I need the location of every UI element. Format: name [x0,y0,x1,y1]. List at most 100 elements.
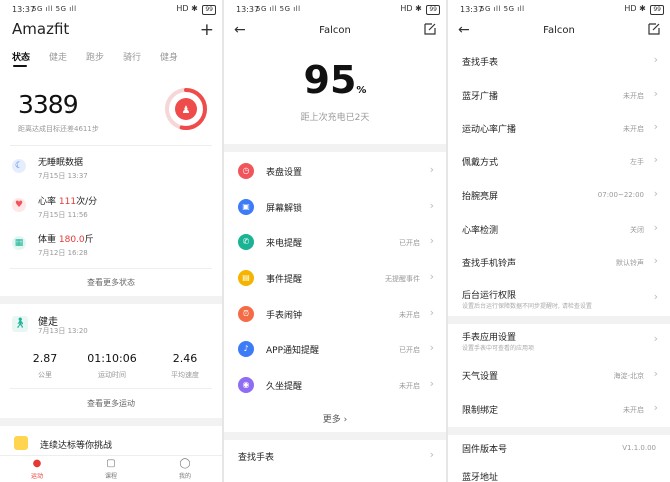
metric-speed: 2.46 平均速度 [165,352,205,380]
nav-label: 课程 [104,473,117,480]
setting-find-phone-ring[interactable]: 查找手机铃声 默认铃声 › [448,249,670,277]
chevron-right-icon: › [653,367,658,380]
last-charge-text: 距上次充电已2天 [300,113,370,123]
walk-date: 7月13日 13:20 [38,327,88,335]
chevron-right-icon: › [429,270,434,283]
setting-background-permission[interactable]: 后台运行权限 设置后台运行保障数据不同步提醒时, 请检查设置 › [448,283,670,313]
setting-label: 来电提醒 [266,239,303,249]
setting-bt-broadcast[interactable]: 蓝牙广播 未开启 › [448,82,670,110]
setting-value: 07:00~22:00 [597,191,644,199]
chevron-right-icon: › [653,221,658,234]
chevron-right-icon: › [429,377,434,390]
phone-icon: ✆ [238,234,254,250]
setting-label: 屏幕解锁 [266,204,303,214]
nav-sport[interactable]: ● 运动 [17,458,57,480]
section-gap [0,296,222,304]
stat-unit: 斤 [84,235,94,245]
chevron-right-icon: › [429,234,434,247]
tab-run[interactable]: 跑步 [86,50,104,63]
setting-app-notify[interactable]: ♪ APP通知提醒 已开启 › [224,331,446,367]
signal-icon: 5G ıll 5G ıll [256,5,301,13]
setting-label: 手表应用设置 [462,333,517,343]
metric-label: 运动时间 [98,371,126,379]
scale-icon: ▦ [12,236,26,250]
section-gap [448,427,670,435]
section-gap [224,144,446,152]
setting-wear-hand[interactable]: 佩戴方式 左手 › [448,148,670,176]
step-progress-ring[interactable]: ♟ [163,86,209,132]
divider [10,388,212,389]
bottom-nav: ● 运动 ▢ 课程 ◯ 我的 [0,455,222,482]
alarm-icon: ⏰︎ [238,306,254,322]
more-sport-link[interactable]: 查看更多运动 [0,398,222,409]
setting-label: 查找手表 [238,453,275,463]
tab-fitness[interactable]: 健身 [160,50,178,63]
setting-weather[interactable]: 天气设置 海淀-北京 › [448,362,670,390]
more-status-link[interactable]: 查看更多状态 [0,277,222,288]
setting-call-alert[interactable]: ✆ 来电提醒 已开启 › [224,224,446,260]
nav-profile[interactable]: ◯ 我的 [165,458,205,480]
tab-cycle[interactable]: 骑行 [123,50,141,63]
setting-desc: 设置手表中可查看的应用项 [462,345,535,352]
weight-stat-row[interactable]: ▦ 体重 180.0斤 7月12日 16:28 [12,232,214,266]
setting-value: 未开启 [623,125,644,133]
tab-walk[interactable]: 健走 [49,50,67,63]
setting-label: APP通知提醒 [266,346,320,356]
heart-stat-row[interactable]: ♥ 心率 111次/分 7月15日 11:56 [12,194,214,228]
metric-label: 公里 [38,371,52,379]
setting-hr-broadcast[interactable]: 运动心率广播 未开启 › [448,115,670,143]
sleep-stat-row[interactable]: ☾ 无睡眠数据 7月15日 13:37 [12,155,214,189]
setting-bind-restrict[interactable]: 限制绑定 未开启 › [448,396,670,424]
setting-value: 未开启 [623,92,644,100]
setting-value: 未开启 [399,382,420,390]
setting-event-alert[interactable]: ▤ 事件提醒 无提醒事件 › [224,260,446,296]
battery-icon: 99 [202,5,216,15]
heart-icon: ♥ [12,198,26,212]
metric-distance: 2.87 公里 [30,352,60,380]
stat-date: 7月12日 16:28 [38,249,88,257]
setting-screen-unlock[interactable]: ▣ 屏幕解锁 › [224,189,446,225]
setting-wrist-raise[interactable]: 抬腕亮屏 07:00~22:00 › [448,182,670,210]
stat-unit: 次/分 [76,197,98,207]
setting-value: 已开启 [399,239,420,247]
setting-hr-detect[interactable]: 心率检测 关闭 › [448,216,670,244]
setting-find-watch[interactable]: 查找手表 › [224,444,446,470]
stat-value: 180.0 [58,235,85,245]
edit-icon[interactable] [424,23,436,35]
chevron-right-icon: › [653,187,658,200]
divider [10,268,212,269]
setting-watch-apps[interactable]: 手表应用设置 设置手表中可查看的应用项 › [448,326,670,356]
nav-course[interactable]: ▢ 课程 [91,458,131,480]
page-title: Falcon [543,25,575,36]
chevron-right-icon: › [653,53,658,66]
setting-alarm[interactable]: ⏰︎ 手表闹钟 未开启 › [224,296,446,332]
status-bar: 13:37 5G ıll 5G ıll HD ✱ 99 [0,0,222,20]
bt-address-row: 蓝牙地址 [448,464,670,482]
setting-find-watch[interactable]: 查找手表 › [448,48,670,76]
more-button[interactable]: 更多 › [224,412,446,425]
add-button[interactable]: + [200,22,214,39]
tab-status[interactable]: 状态 [12,50,30,63]
sport-tabs: 状态 健走 跑步 骑行 健身 [12,50,222,68]
setting-label: 运动心率广播 [462,125,517,135]
chevron-right-icon: › [653,401,658,414]
setting-sedentary[interactable]: ◉ 久坐提醒 未开启 › [224,367,446,403]
metric-label: 平均速度 [171,371,199,379]
setting-label: 限制绑定 [462,406,499,416]
setting-watchface[interactable]: ◷ 表盘设置 › [224,153,446,189]
edit-icon[interactable] [648,23,660,35]
metric-value: 2.87 [32,352,58,365]
setting-label: 查找手表 [462,58,499,68]
stat-label: 心率 [38,197,59,207]
chevron-right-icon: › [653,254,658,267]
challenge-title[interactable]: 连续达标等你挑战 [40,438,112,451]
device-panel: 13:37 5G ıll 5G ıll HD ✱ 99 ← Falcon 95%… [224,0,446,482]
signal-icon: 5G ıll 5G ıll [480,5,525,13]
chevron-right-icon: › [429,163,434,176]
chevron-right-icon: › [653,87,658,100]
event-icon: ▤ [238,270,254,286]
setting-label: 固件版本号 [462,445,508,455]
nav-label: 我的 [178,473,191,480]
chevron-right-icon: › [653,153,658,166]
setting-value: 未开启 [623,406,644,414]
